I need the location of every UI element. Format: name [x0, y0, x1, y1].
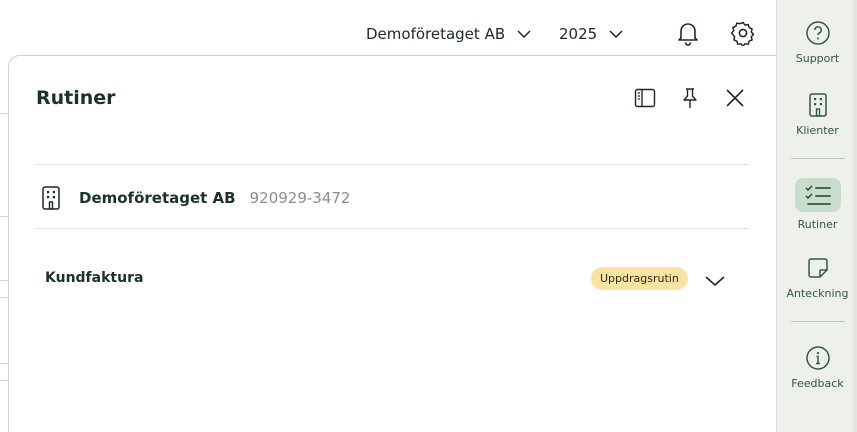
chevron-down-icon: [609, 27, 623, 41]
rail-item-label: Rutiner: [797, 218, 838, 231]
building-icon: [39, 184, 63, 212]
company-select-label: Demoföretaget AB: [366, 25, 506, 43]
panel-title: Rutiner: [36, 87, 116, 109]
rail-item-feedback[interactable]: Feedback: [777, 344, 857, 390]
rail-item-label: Klienter: [796, 124, 839, 137]
close-icon[interactable]: [723, 86, 747, 110]
status-badge: Uppdragsrutin: [591, 267, 688, 290]
info-circle-icon: [804, 344, 832, 372]
panel-divider: [36, 164, 749, 165]
rail-item-klienter[interactable]: Klienter: [777, 91, 857, 137]
note-icon: [804, 254, 832, 282]
company-row: Demoföretaget AB 920929-3472: [39, 184, 350, 212]
routine-row[interactable]: Kundfaktura Uppdragsrutin: [45, 264, 735, 294]
rail-item-label: Support: [795, 52, 840, 65]
rail-divider: [791, 158, 845, 159]
routine-name: Kundfaktura: [45, 270, 144, 286]
checklist-icon: [794, 178, 841, 212]
bell-icon[interactable]: [675, 19, 701, 47]
building-icon: [804, 91, 832, 119]
rail-item-label: Anteckning: [786, 287, 849, 300]
top-bar: Demoföretaget AB 2025: [0, 0, 776, 60]
rail-item-support[interactable]: Support: [777, 19, 857, 65]
rail-item-rutiner[interactable]: Rutiner: [777, 178, 857, 231]
pin-icon[interactable]: [678, 86, 702, 110]
rutiner-panel: Rutiner Demoföretaget AB 920929-3472 Kun…: [8, 55, 776, 432]
rail-item-anteckning[interactable]: Anteckning: [777, 254, 857, 300]
chevron-down-icon: [517, 27, 531, 41]
org-number: 920929-3472: [249, 189, 351, 207]
right-rail: Support Klienter Rutiner Anteckning Feed…: [776, 0, 857, 432]
year-select[interactable]: 2025: [559, 22, 623, 46]
help-circle-icon: [804, 19, 832, 47]
gear-icon[interactable]: [730, 19, 756, 47]
year-select-label: 2025: [559, 25, 598, 43]
sidebar-toggle-icon[interactable]: [633, 86, 657, 110]
company-select[interactable]: Demoföretaget AB: [366, 22, 531, 46]
rail-divider: [791, 321, 845, 322]
rail-item-label: Feedback: [791, 377, 844, 390]
panel-divider: [36, 228, 749, 229]
chevron-down-icon[interactable]: [703, 269, 727, 293]
company-name: Demoföretaget AB: [79, 189, 236, 207]
